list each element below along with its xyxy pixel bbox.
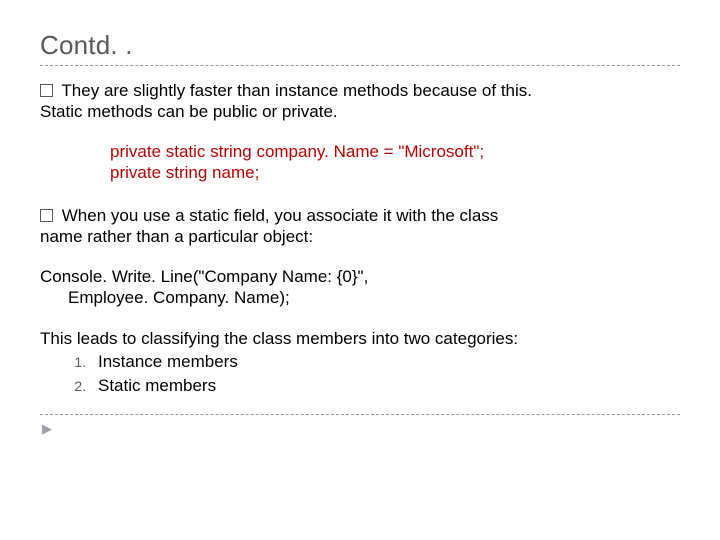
bullet-1: They are slightly faster than instance m… [40,80,680,123]
bottom-divider [40,414,680,415]
slide-body: They are slightly faster than instance m… [40,80,680,437]
bullet-2-text-line1: When you use a static field, you associa… [62,206,499,225]
slide-title: Contd. . [40,30,680,61]
list-item: Instance members [90,351,680,372]
code-line-2: private string name; [110,162,680,183]
code-line-1: private static string company. Name = "M… [110,141,680,162]
title-divider [40,65,680,66]
console-line-2: Employee. Company. Name); [68,288,290,307]
category-1: Instance members [98,352,238,371]
category-list: Instance members Static members [40,351,680,396]
list-item: Static members [90,375,680,396]
bullet-2: When you use a static field, you associa… [40,205,680,248]
closing-text: This leads to classifying the class memb… [40,328,680,349]
console-example: Console. Write. Line("Company Name: {0}"… [40,266,680,309]
bullet-1-text-line1: They are slightly faster than instance m… [61,81,532,100]
slide: Contd. . They are slightly faster than i… [0,0,720,540]
bullet-box-icon [40,209,53,222]
end-arrow-icon: ▶ [42,421,680,437]
console-line-1: Console. Write. Line("Company Name: {0}"… [40,267,368,286]
category-2: Static members [98,376,216,395]
bullet-box-icon [40,84,53,97]
code-block: private static string company. Name = "M… [110,141,680,184]
bullet-1-text-line2: Static methods can be public or private. [40,102,338,121]
bullet-2-text-line2: name rather than a particular object: [40,227,313,246]
